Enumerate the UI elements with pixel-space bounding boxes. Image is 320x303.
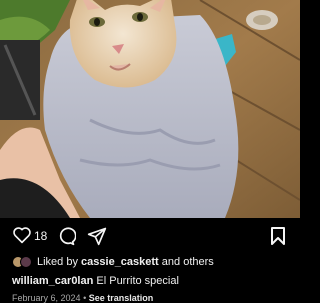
see-translation-link[interactable]: See translation — [89, 293, 154, 303]
liked-by-text: Liked by cassie_caskett and others — [37, 256, 214, 268]
post-date: February 6, 2024 — [12, 293, 81, 303]
caption-username[interactable]: william_car0lan — [12, 275, 93, 287]
heart-icon[interactable] — [12, 226, 32, 249]
bookmark-icon[interactable] — [270, 226, 286, 251]
liked-by-username[interactable]: cassie_caskett — [81, 256, 159, 268]
like-count[interactable]: 18 — [34, 229, 47, 243]
liked-by-row[interactable]: Liked by cassie_caskett and others — [12, 255, 214, 269]
post-caption: william_car0lan El Purrito special — [12, 275, 179, 287]
share-icon[interactable] — [87, 226, 107, 251]
caption-text: El Purrito special — [96, 275, 179, 287]
post-photo[interactable] — [0, 0, 300, 218]
liked-by-suffix[interactable]: and others — [162, 256, 214, 268]
comment-icon[interactable] — [56, 226, 77, 251]
liked-by-prefix: Liked by — [37, 256, 78, 268]
post-meta: February 6, 2024 • See translation — [12, 293, 153, 303]
separator-dot: • — [83, 293, 87, 303]
photo-cat-in-towel — [0, 0, 300, 218]
avatar — [20, 256, 32, 268]
